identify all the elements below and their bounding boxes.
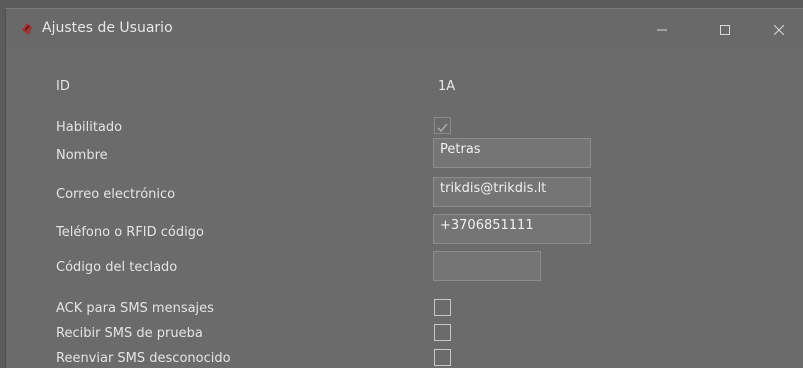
ack-sms-checkbox[interactable]: [434, 299, 451, 316]
minimize-icon: [657, 20, 667, 39]
close-button[interactable]: [756, 9, 802, 49]
keypad-code-label: Código del teclado: [56, 260, 178, 275]
phone-label: Teléfono o RFID código: [56, 225, 204, 240]
window-title: Ajustes de Usuario: [42, 20, 173, 36]
checkmark-icon: [436, 119, 449, 138]
test-sms-label: Recibir SMS de prueba: [56, 326, 203, 341]
email-input[interactable]: trikdis@trikdis.lt: [433, 177, 591, 207]
enabled-checkbox: [434, 117, 451, 134]
name-label: Nombre: [56, 148, 108, 163]
maximize-icon: [720, 20, 730, 39]
name-input[interactable]: Petras: [433, 138, 591, 168]
maximize-button[interactable]: [702, 9, 748, 49]
user-settings-window: Ajustes de Usuario ID 1A Habilitado Nomb…: [5, 8, 803, 368]
title-bar[interactable]: Ajustes de Usuario: [6, 9, 803, 49]
close-icon: [773, 20, 785, 39]
forward-unknown-sms-label: Reenviar SMS desconocido: [56, 351, 231, 366]
keypad-code-input[interactable]: [433, 251, 541, 281]
phone-rfid-input[interactable]: +3706851111: [433, 214, 591, 244]
email-label: Correo electrónico: [56, 187, 176, 202]
app-icon: [20, 21, 34, 37]
forward-unknown-sms-checkbox[interactable]: [434, 349, 451, 366]
id-value: 1A: [438, 79, 456, 94]
enabled-label: Habilitado: [56, 120, 123, 135]
test-sms-checkbox[interactable]: [434, 324, 451, 341]
minimize-button[interactable]: [639, 9, 685, 49]
ack-sms-label: ACK para SMS mensajes: [56, 301, 214, 316]
id-label: ID: [56, 79, 70, 94]
